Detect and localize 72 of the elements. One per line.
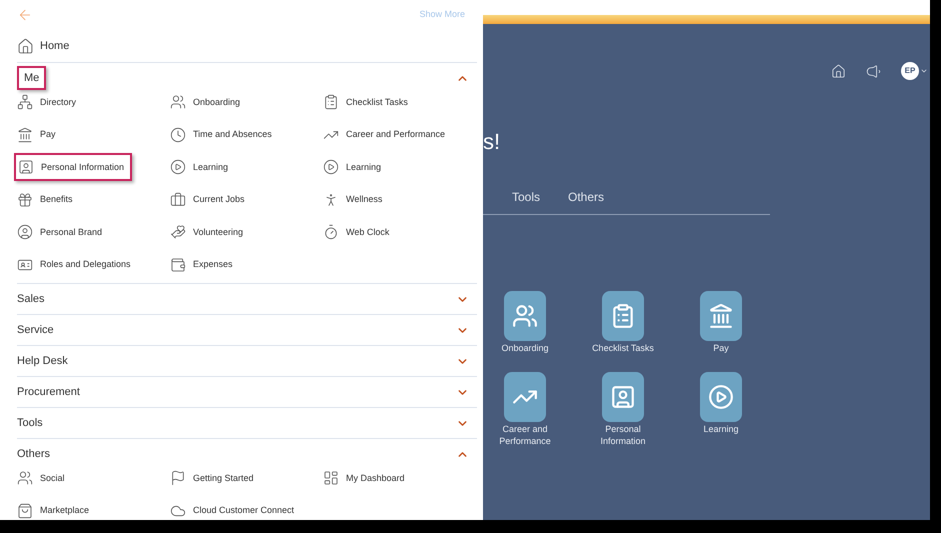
home-link[interactable]: Home — [17, 38, 70, 54]
section-header[interactable]: Service — [17, 315, 477, 345]
menu-link[interactable]: Checklist Tasks — [323, 94, 408, 110]
dropdown-caret-icon[interactable] — [920, 67, 928, 75]
menu-link[interactable]: Current Jobs — [170, 192, 245, 208]
clock-icon — [170, 126, 186, 143]
menu-link[interactable]: Getting Started — [170, 470, 254, 486]
home-icon — [17, 38, 34, 54]
category-tab[interactable]: Others — [568, 188, 604, 206]
menu-link[interactable]: Time and Absences — [170, 126, 272, 143]
section-title: Me — [17, 66, 46, 90]
app-tile[interactable]: Personal Information — [584, 372, 662, 447]
menu-link[interactable]: Learning — [170, 159, 228, 176]
section-header[interactable]: Help Desk — [17, 346, 477, 376]
bag-icon — [17, 502, 33, 519]
dashboard-icon — [323, 470, 339, 486]
play-icon — [323, 159, 339, 176]
menu-link[interactable]: Marketplace — [17, 502, 90, 519]
menu-link[interactable]: Roles and Delegations — [17, 256, 131, 273]
category-tab[interactable]: Tools — [512, 188, 540, 206]
wallet-icon — [170, 256, 186, 273]
menu-link[interactable]: Volunteering — [170, 224, 244, 240]
checklist-icon — [323, 94, 339, 110]
welcome-heading: s! — [483, 131, 502, 153]
people-icon — [512, 303, 538, 329]
hand-heart-icon — [170, 224, 186, 240]
people-icon — [17, 470, 33, 486]
menu-link[interactable]: Social — [17, 470, 65, 486]
section-title: Procurement — [17, 384, 80, 400]
stopwatch-icon — [323, 224, 339, 240]
app-tile[interactable]: Onboarding — [486, 291, 564, 354]
app-tile[interactable]: Learning — [682, 372, 760, 447]
app-tile[interactable]: Pay — [682, 291, 760, 354]
person-circle-icon — [17, 224, 33, 240]
home-icon[interactable] — [831, 64, 846, 78]
section-header[interactable]: Tools — [17, 408, 477, 438]
section-title: Sales — [17, 292, 45, 307]
menu-link[interactable]: Cloud Customer Connect — [170, 502, 294, 519]
section-title: Help Desk — [17, 354, 68, 369]
menu-link[interactable]: Web Clock — [323, 224, 390, 240]
menu-link[interactable]: Benefits — [17, 192, 73, 208]
menu-link[interactable]: Expenses — [170, 256, 233, 273]
menu-link[interactable]: My Dashboard — [323, 470, 405, 486]
app-tile[interactable]: Career and Performance — [486, 372, 564, 447]
gift-icon — [17, 192, 33, 208]
play-icon — [170, 159, 186, 176]
menu-link[interactable]: Career and Performance — [323, 126, 446, 143]
play-icon — [708, 384, 734, 410]
person-icon — [610, 384, 636, 410]
app-tile[interactable]: Checklist Tasks — [584, 291, 662, 354]
menu-link[interactable]: Directory — [17, 94, 76, 110]
menu-link[interactable]: Wellness — [323, 192, 382, 208]
section-header[interactable]: Me — [17, 63, 477, 93]
flag-icon — [170, 470, 186, 486]
section-header[interactable]: Sales — [17, 284, 477, 314]
menu-link[interactable]: Onboarding — [170, 94, 240, 110]
section-title: Service — [17, 322, 54, 338]
people-icon — [170, 94, 186, 110]
menu-link[interactable]: Learning — [323, 159, 382, 176]
briefcase-icon — [170, 192, 186, 208]
user-avatar[interactable]: EP — [901, 62, 919, 80]
menu-link[interactable]: Pay — [17, 126, 56, 143]
section-title: Tools — [17, 416, 43, 431]
section-title: Others — [17, 446, 50, 462]
menu-link[interactable]: Personal Brand — [17, 224, 102, 240]
menu-link[interactable]: Personal Information — [14, 153, 132, 182]
section-header[interactable]: Others — [17, 439, 477, 469]
bank-icon — [708, 303, 734, 329]
org-chart-icon — [17, 94, 33, 110]
bank-icon — [17, 126, 33, 143]
section-header[interactable]: Procurement — [17, 377, 477, 407]
person-icon — [18, 159, 34, 176]
